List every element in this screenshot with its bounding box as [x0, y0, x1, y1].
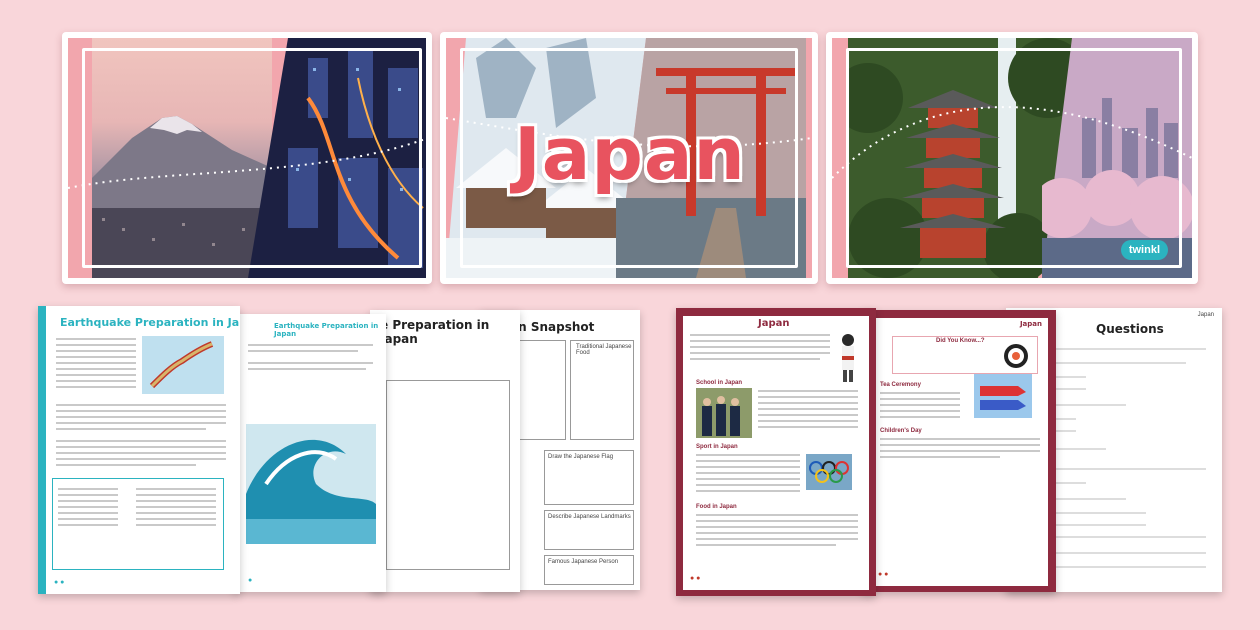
earthquake-second-title: Earthquake Preparation in Japan	[274, 322, 379, 338]
school-heading: School in Japan	[696, 380, 743, 386]
japan-map-image	[142, 336, 224, 394]
sheet-japan-second: Japan Did You Know...? Tea Ceremony Chil…	[862, 310, 1056, 592]
school-children-image	[696, 388, 752, 438]
maroon-side	[1048, 310, 1056, 592]
banner-right: twinkl	[826, 32, 1198, 284]
questions-title: Questions	[1096, 322, 1164, 336]
banner-left	[62, 32, 432, 284]
maroon-top	[676, 308, 876, 316]
footer-logo: ●	[248, 577, 253, 584]
koinobori-image	[974, 374, 1032, 418]
olympic-rings-image	[806, 454, 852, 490]
maroon-left	[676, 308, 683, 596]
tea-ceremony-heading: Tea Ceremony	[880, 382, 921, 388]
sheet-earthquake-third: e Preparation in Japan	[370, 310, 520, 592]
banner-title: Japan	[513, 111, 747, 198]
footer-logo: ● ●	[690, 575, 701, 582]
maroon-header	[862, 310, 1056, 318]
japan-second-title: Japan	[1019, 320, 1042, 328]
earthquake-third-title: e Preparation in Japan	[380, 318, 490, 346]
questions-corner-label: Japan	[1197, 312, 1214, 318]
draw-box	[386, 380, 510, 570]
food-box-label: Traditional Japanese Food	[576, 344, 632, 356]
dotted-curve	[68, 137, 426, 189]
snapshot-title: an Snapshot	[510, 320, 595, 334]
sheet-earthquake-second: Earthquake Preparation in Japan ●	[234, 314, 386, 592]
sheet-earthquake-main: Earthquake Preparation in Japan ● ●	[38, 306, 240, 594]
maroon-footer	[862, 586, 1056, 592]
japan-fact-title: Japan	[758, 318, 790, 329]
girl-figure-image	[842, 334, 854, 382]
person-box-label: Famous Japanese Person	[548, 559, 619, 565]
sushi-image	[1004, 344, 1028, 368]
flag-box-label: Draw the Japanese Flag	[548, 454, 614, 460]
maroon-bottom	[676, 590, 876, 596]
landmark-box-label: Describe Japanese Landmarks	[548, 514, 631, 520]
banner-center: Japan	[440, 32, 818, 284]
earthquake-main-title: Earthquake Preparation in Japan	[60, 316, 240, 329]
footer-logo: ● ●	[54, 579, 65, 586]
maroon-right	[869, 308, 876, 596]
did-you-know-heading: Did You Know...?	[936, 338, 985, 344]
food-heading: Food in Japan	[696, 504, 737, 510]
sport-heading: Sport in Japan	[696, 444, 738, 450]
twinkl-logo: twinkl	[1120, 240, 1168, 260]
sheet-japan-fact: Japan School in Japan Sport in Japan Foo…	[676, 308, 876, 596]
tsunami-wave-image	[246, 424, 376, 544]
childrens-day-heading: Children's Day	[880, 428, 922, 434]
teal-border	[38, 306, 46, 594]
banner-left-inner	[68, 38, 426, 278]
footer-logo: ● ●	[878, 571, 889, 578]
